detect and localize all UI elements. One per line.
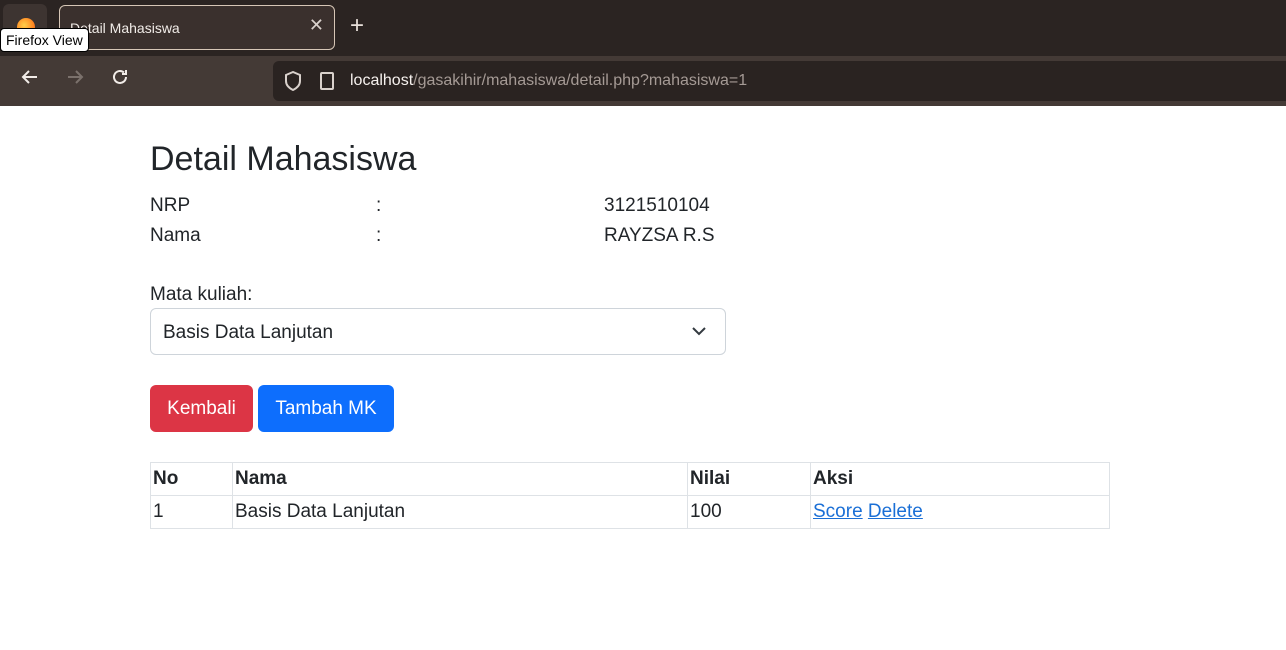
back-arrow-icon[interactable] [15,66,45,96]
cell-aksi: Score Delete [810,495,1110,529]
column-header: No [150,462,233,496]
chevron-down-icon [692,327,706,336]
tambah-mk-button[interactable]: Tambah MK [258,385,394,432]
table-header-row: No Nama Nilai Aksi [150,462,1110,496]
info-label: NRP [150,195,191,216]
url-host: localhost [350,72,414,89]
delete-link[interactable]: Delete [868,501,923,522]
mata-kuliah-table: No Nama Nilai Aksi 1 Basis Data Lanjutan… [150,462,1110,529]
select-value: Basis Data Lanjutan [163,322,334,343]
page-icon[interactable] [320,72,334,90]
shield-icon[interactable] [285,71,301,91]
browser-nav-bar: localhost/gasakihir/mahasiswa/detail.php… [0,56,1286,106]
info-label: Nama [150,225,201,246]
info-value: 3121510104 [604,195,710,216]
close-icon[interactable]: ✕ [309,16,324,34]
forward-arrow-icon[interactable] [60,66,90,96]
info-colon: : [376,195,382,216]
kembali-button[interactable]: Kembali [150,385,253,432]
cell-nilai: 100 [687,495,811,529]
browser-tab[interactable]: Detail Mahasiswa ✕ [59,5,335,50]
cell-nama: Basis Data Lanjutan [232,495,688,529]
address-bar[interactable]: localhost/gasakihir/mahasiswa/detail.php… [273,61,1286,101]
table-row: 1 Basis Data Lanjutan 100 Score Delete [150,495,1110,529]
column-header: Nama [232,462,688,496]
info-value: RAYZSA R.S [604,225,715,246]
column-header: Nilai [687,462,811,496]
mata-kuliah-label: Mata kuliah: [150,284,253,305]
page-title: Detail Mahasiswa [150,140,417,178]
url-path: /gasakihir/mahasiswa/detail.php?mahasisw… [413,72,748,89]
browser-tab-bar: Detail Mahasiswa ✕ + Firefox View [0,0,1286,56]
score-link[interactable]: Score [813,501,863,522]
reload-icon[interactable] [105,66,135,96]
info-colon: : [376,225,382,246]
mata-kuliah-select[interactable]: Basis Data Lanjutan [150,308,726,355]
cell-no: 1 [150,495,233,529]
new-tab-icon[interactable]: + [350,14,364,38]
url-text[interactable]: localhost/gasakihir/mahasiswa/detail.php… [350,72,747,90]
column-header: Aksi [810,462,1110,496]
tooltip: Firefox View [0,28,89,52]
